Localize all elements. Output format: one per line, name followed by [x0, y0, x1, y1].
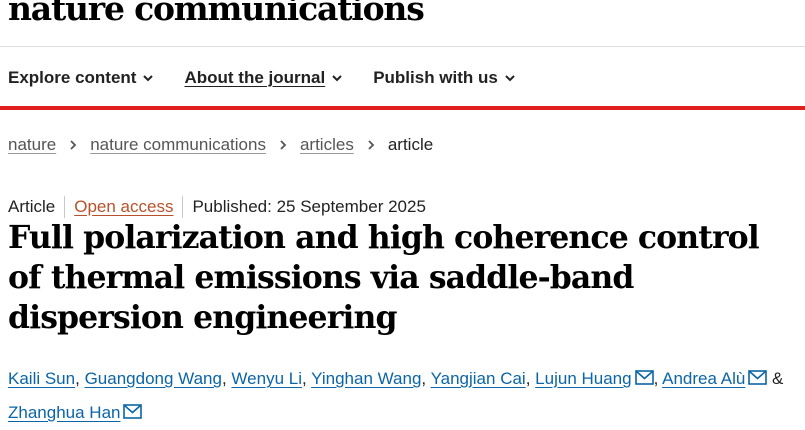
nav-publish-with-us-label: Publish with us: [373, 68, 498, 87]
header-divider: [0, 46, 805, 47]
chevron-right-icon: [280, 140, 287, 150]
chevron-down-icon: [143, 75, 154, 82]
journal-logo[interactable]: nature communications: [8, 0, 425, 28]
breadcrumb-nature[interactable]: nature: [8, 135, 56, 155]
accent-bar: [0, 106, 805, 110]
nav-about-journal[interactable]: About the journal: [184, 68, 343, 88]
author-separator: ,: [301, 369, 307, 388]
mail-icon[interactable]: [748, 370, 768, 385]
author-separator: ,: [221, 369, 227, 388]
author-separator: ,: [75, 369, 80, 388]
author-link[interactable]: Zhanghua Han: [8, 403, 120, 422]
meta-divider: [64, 196, 66, 218]
author-link[interactable]: Yinghan Wang: [311, 369, 421, 388]
article-type: Article: [8, 197, 56, 216]
author-link[interactable]: Kaili Sun: [8, 369, 75, 388]
author-separator: ,: [653, 369, 659, 388]
breadcrumb: nature nature communications articles ar…: [8, 135, 433, 155]
author-link[interactable]: Wenyu Li: [231, 369, 302, 388]
chevron-right-icon: [70, 140, 77, 150]
mail-icon[interactable]: [123, 404, 143, 419]
main-nav: Explore content About the journal Publis…: [8, 66, 546, 90]
open-access-link[interactable]: Open access: [74, 197, 173, 217]
author-conjunction: &: [772, 369, 784, 388]
chevron-down-icon: [505, 75, 515, 82]
published-date: Published: 25 September 2025: [192, 197, 426, 216]
meta-divider: [182, 196, 184, 218]
breadcrumb-article: article: [387, 135, 434, 154]
article-meta: Article Open access Published: 25 Septem…: [8, 196, 426, 218]
author-link[interactable]: Yangjian Cai: [431, 369, 526, 388]
chevron-down-icon: [332, 75, 342, 82]
author-link[interactable]: Lujun Huang: [535, 369, 631, 388]
author-link[interactable]: Guangdong Wang: [85, 369, 222, 388]
author-link[interactable]: Andrea Alù: [662, 369, 745, 388]
author-separator: ,: [421, 369, 427, 388]
breadcrumb-nature-communications[interactable]: nature communications: [90, 135, 266, 155]
author-separator: ,: [525, 369, 531, 388]
article-title: Full polarization and high coherence con…: [8, 219, 760, 336]
breadcrumb-articles[interactable]: articles: [300, 135, 354, 155]
mail-icon[interactable]: [634, 370, 654, 385]
nav-explore-content-label: Explore content: [8, 68, 137, 87]
nav-about-journal-label: About the journal: [184, 68, 326, 87]
chevron-right-icon: [368, 140, 375, 150]
nav-explore-content[interactable]: Explore content: [8, 68, 154, 88]
nav-publish-with-us[interactable]: Publish with us: [373, 68, 516, 88]
author-list: Kaili Sun, Guangdong Wang, Wenyu Li, Yin…: [8, 362, 803, 430]
